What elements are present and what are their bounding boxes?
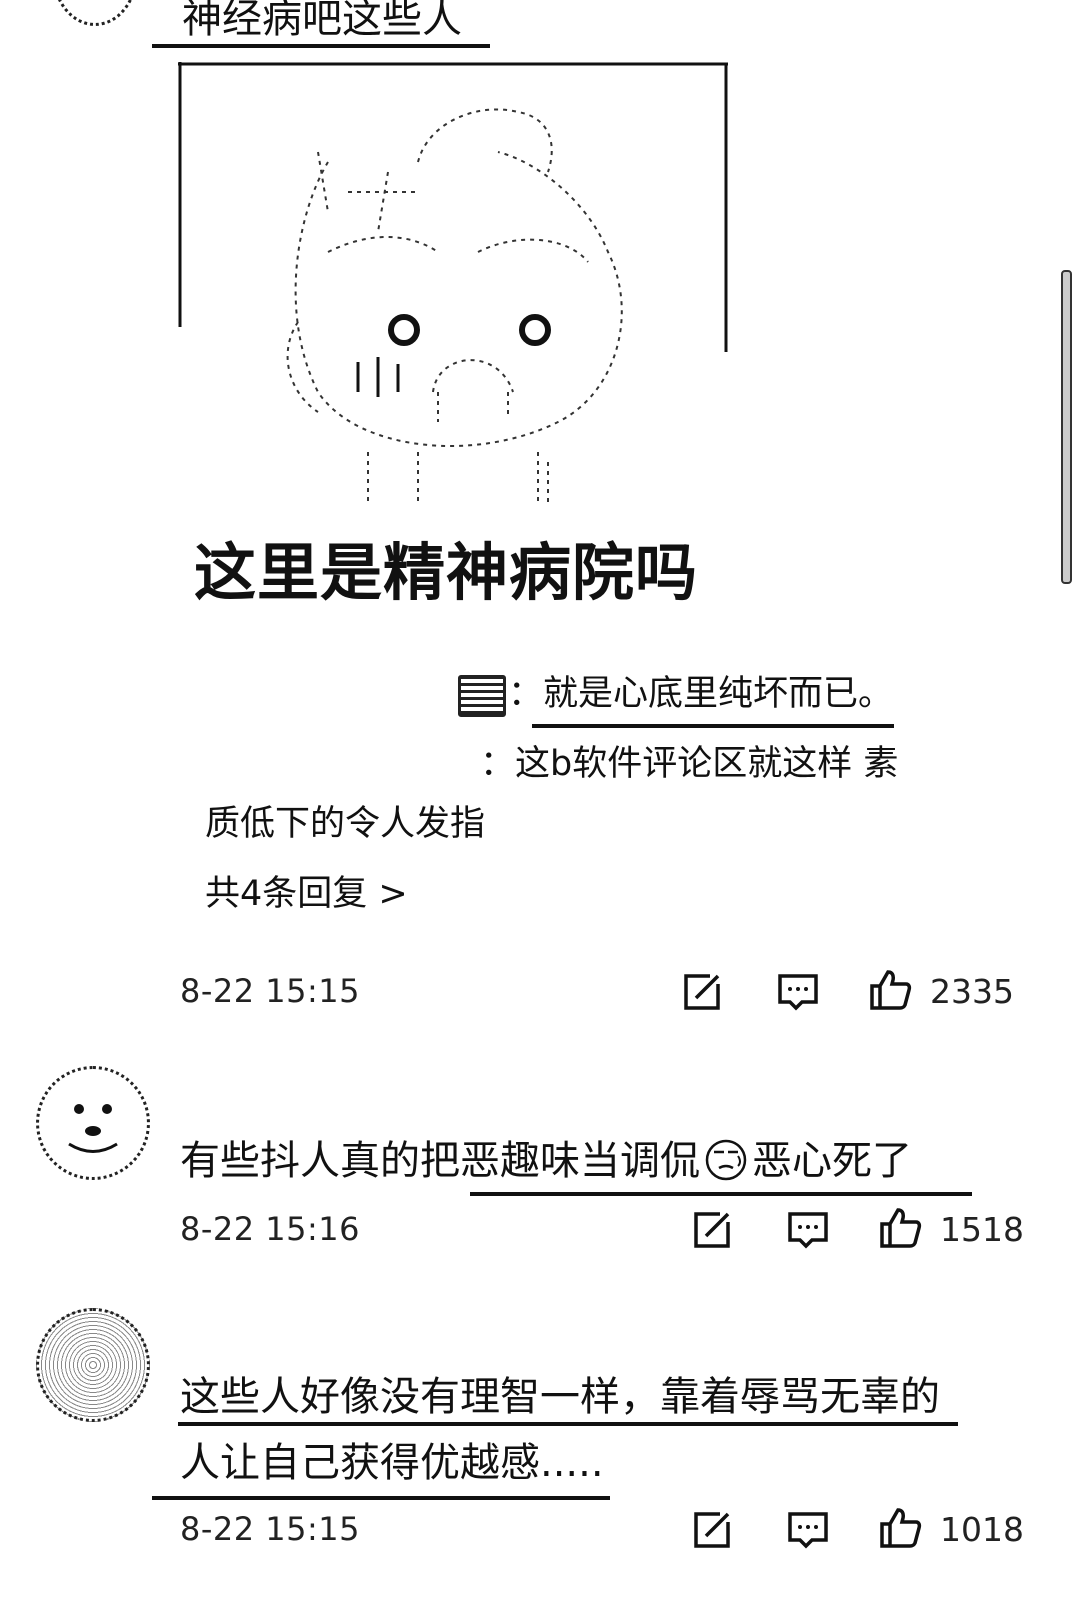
meme-caption: 这里是精神病院吗 bbox=[194, 536, 699, 609]
reply-text: 质低下的令人发指 bbox=[205, 804, 486, 844]
sticker-icon bbox=[458, 675, 506, 717]
highlight-underline bbox=[178, 1422, 958, 1426]
dog-avatar-icon bbox=[68, 1104, 118, 1153]
comment-time: 8-22 15:16 bbox=[180, 1210, 361, 1248]
reply-text: ：这b软件评论区就这样 素 bbox=[480, 744, 899, 784]
comment-time: 8-22 15:15 bbox=[180, 972, 361, 1010]
like-icon[interactable] bbox=[878, 1506, 922, 1550]
highlight-underline bbox=[470, 1192, 972, 1196]
comment-text-part: 有些抖人真的把恶趣味当调侃 bbox=[180, 1138, 700, 1184]
share-icon[interactable] bbox=[690, 1208, 734, 1252]
like-icon[interactable] bbox=[868, 968, 912, 1012]
like-count: 1018 bbox=[940, 1510, 1024, 1549]
comment-text-part: 恶心死了 bbox=[752, 1138, 912, 1184]
share-icon[interactable] bbox=[690, 1508, 734, 1552]
comment-text: 这些人好像没有理智一样，靠着辱骂无辜的 bbox=[180, 1374, 940, 1420]
like-icon[interactable] bbox=[878, 1206, 922, 1250]
share-icon[interactable] bbox=[680, 970, 724, 1014]
like-count: 2335 bbox=[930, 972, 1014, 1011]
reply-icon[interactable] bbox=[786, 1508, 830, 1552]
highlight-underline bbox=[152, 1496, 610, 1500]
highlight-underline bbox=[532, 724, 894, 728]
comment-text: 神经病吧这些人 bbox=[182, 0, 462, 42]
meme-image[interactable]: 这里是精神病院吗 bbox=[178, 62, 730, 622]
highlight-underline bbox=[152, 44, 490, 48]
like-count: 1518 bbox=[940, 1210, 1024, 1249]
avatar[interactable] bbox=[52, 0, 138, 26]
avatar[interactable] bbox=[36, 1066, 150, 1180]
sweat-face-emoji bbox=[705, 1139, 747, 1181]
reply-icon[interactable] bbox=[786, 1208, 830, 1252]
scrollbar[interactable] bbox=[1061, 270, 1072, 584]
comment-time: 8-22 15:15 bbox=[180, 1510, 361, 1548]
comment-text: 有些抖人真的把恶趣味当调侃 恶心死了 bbox=[180, 1136, 912, 1186]
reply-icon[interactable] bbox=[776, 970, 820, 1014]
avatar[interactable] bbox=[36, 1308, 150, 1422]
reply-text: ：就是心底里纯坏而已。 bbox=[508, 674, 894, 714]
more-replies-link[interactable]: 共4条回复 > bbox=[205, 872, 408, 916]
comment-text: 人让自己获得优越感..... bbox=[180, 1440, 604, 1486]
